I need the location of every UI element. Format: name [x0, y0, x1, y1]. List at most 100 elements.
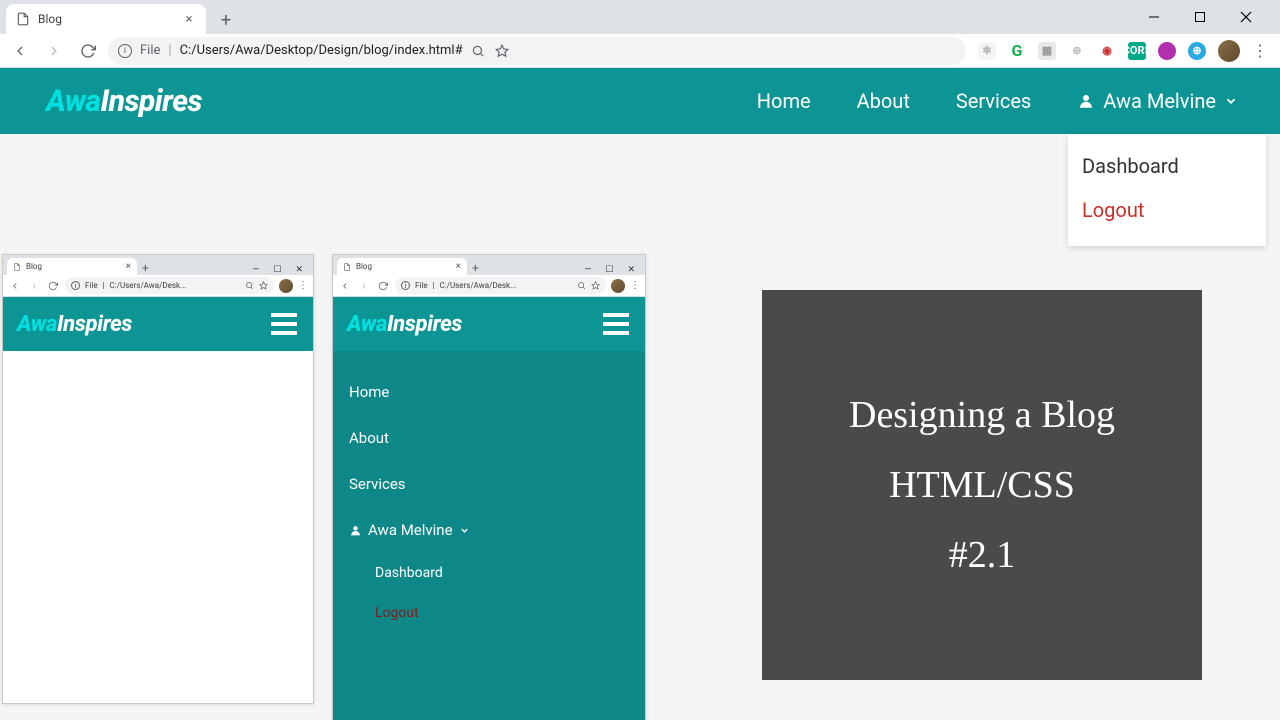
forward-button[interactable]: [27, 279, 41, 293]
kebab-menu-icon[interactable]: ⋮: [1246, 41, 1274, 60]
extension-icon[interactable]: ✱: [978, 42, 996, 60]
kebab-menu-icon[interactable]: ⋮: [630, 280, 640, 291]
mobile-nav-about[interactable]: About: [349, 415, 645, 461]
mini-toolbar: i File | C:/Users/Awa/Desk... ⋮: [333, 275, 645, 297]
profile-avatar[interactable]: [279, 279, 293, 293]
maximize-button[interactable]: [1186, 3, 1214, 31]
hamburger-icon[interactable]: [271, 313, 297, 335]
site-logo[interactable]: AwaInspires: [46, 84, 202, 119]
site-logo[interactable]: AwaInspires: [17, 312, 132, 337]
minimize-button[interactable]: —: [584, 265, 591, 275]
nav-user-menu[interactable]: Awa Melvine: [1077, 89, 1238, 113]
extension-icons: ✱ G ▦ ⊕ ◉ CORS ⊕: [972, 42, 1212, 60]
browser-toolbar: i File | C:/Users/Awa/Desktop/Design/blo…: [0, 34, 1280, 68]
profile-avatar[interactable]: [1218, 40, 1240, 62]
title-panel: Designing a Blog HTML/CSS #2.1: [762, 290, 1202, 680]
kebab-menu-icon[interactable]: ⋮: [298, 280, 308, 291]
mini-site-header: AwaInspires: [3, 297, 313, 351]
logo-prefix: Awa: [17, 312, 57, 337]
new-tab-button[interactable]: +: [137, 261, 154, 275]
close-icon[interactable]: ×: [456, 261, 461, 272]
info-icon[interactable]: i: [118, 44, 132, 58]
star-icon[interactable]: [495, 44, 509, 58]
mini-address-bar[interactable]: i File | C:/Users/Awa/Desk...: [65, 277, 274, 294]
page-content: AwaInspires Home About Services Awa Melv…: [0, 68, 1280, 720]
dropdown-logout[interactable]: Logout: [1068, 188, 1266, 232]
user-dropdown: Dashboard Logout: [1068, 134, 1266, 246]
reload-button[interactable]: [376, 279, 390, 293]
mini-tab[interactable]: Blog ×: [337, 258, 467, 275]
maximize-button[interactable]: ☐: [273, 265, 281, 275]
url-separator: |: [103, 281, 105, 290]
forward-button[interactable]: [357, 279, 371, 293]
mini-tab[interactable]: Blog ×: [7, 258, 137, 275]
window-controls: [1140, 0, 1272, 34]
maximize-button[interactable]: ☐: [605, 265, 613, 275]
mini-preview-expanded: Blog × + — ☐ ✕ i File | C:/Users/Aw: [332, 254, 646, 720]
mini-toolbar: i File | C:/Users/Awa/Desk... ⋮: [3, 275, 313, 297]
minimize-button[interactable]: —: [252, 265, 259, 275]
logo-prefix: Awa: [46, 84, 100, 119]
browser-window: Blog × + i File | C:/Users/Awa/Desktop/D…: [0, 0, 1280, 720]
mini-address-bar[interactable]: i File | C:/Users/Awa/Desk...: [395, 277, 606, 294]
nav-about[interactable]: About: [857, 89, 910, 113]
user-icon: [1077, 92, 1095, 110]
close-window-button[interactable]: [1232, 3, 1260, 31]
mini-site-header: AwaInspires: [333, 297, 645, 351]
panel-line-3: #2.1: [949, 533, 1016, 577]
mini-tabbar: Blog × + — ☐ ✕: [3, 255, 313, 275]
mobile-user-name: Awa Melvine: [368, 521, 453, 539]
mini-preview-collapsed: Blog × + — ☐ ✕ i File | C:/Users/Aw: [2, 254, 314, 704]
profile-avatar[interactable]: [611, 279, 625, 293]
reload-button[interactable]: [74, 37, 102, 65]
new-tab-button[interactable]: +: [212, 6, 240, 34]
mobile-nav-services[interactable]: Services: [349, 461, 645, 507]
mobile-sub-logout[interactable]: Logout: [375, 593, 645, 633]
back-button[interactable]: [6, 37, 34, 65]
tab-title: Blog: [38, 12, 174, 26]
mini-tab-title: Blog: [356, 262, 451, 271]
mini-tabbar: Blog × + — ☐ ✕: [333, 255, 645, 275]
nav-user-name: Awa Melvine: [1103, 89, 1216, 113]
mobile-nav-user[interactable]: Awa Melvine: [349, 507, 645, 553]
reload-button[interactable]: [46, 279, 60, 293]
new-tab-button[interactable]: +: [467, 261, 484, 275]
mobile-menu: Home About Services Awa Melvine Dashboar…: [333, 351, 645, 720]
site-header: AwaInspires Home About Services Awa Melv…: [0, 68, 1280, 134]
url-scheme-label: File: [85, 281, 98, 290]
extension-icon[interactable]: ⊕: [1188, 42, 1206, 60]
hamburger-icon[interactable]: [603, 313, 629, 335]
address-bar[interactable]: i File | C:/Users/Awa/Desktop/Design/blo…: [108, 37, 966, 65]
close-icon[interactable]: ×: [126, 261, 131, 272]
extension-icon[interactable]: G: [1008, 42, 1026, 60]
browser-tab[interactable]: Blog ×: [6, 4, 206, 34]
extension-icon[interactable]: ▦: [1038, 42, 1056, 60]
extension-icon[interactable]: ⊕: [1068, 42, 1086, 60]
close-icon[interactable]: ×: [182, 12, 196, 26]
mobile-sub-dashboard[interactable]: Dashboard: [375, 553, 645, 593]
forward-button[interactable]: [40, 37, 68, 65]
nav-services[interactable]: Services: [956, 89, 1031, 113]
extension-icon[interactable]: ◉: [1098, 42, 1116, 60]
url-separator: |: [433, 281, 435, 290]
info-icon: i: [71, 281, 80, 290]
extension-icon[interactable]: CORS: [1128, 42, 1146, 60]
file-icon: [16, 12, 30, 26]
dropdown-dashboard[interactable]: Dashboard: [1068, 144, 1266, 188]
panel-line-2: HTML/CSS: [889, 463, 1075, 507]
nav-home[interactable]: Home: [757, 89, 811, 113]
main-nav: Home About Services Awa Melvine: [757, 89, 1238, 113]
url-text: C:/Users/Awa/Desktop/Design/blog/index.h…: [180, 43, 463, 58]
url-separator: |: [168, 43, 171, 58]
back-button[interactable]: [8, 279, 22, 293]
zoom-icon[interactable]: [471, 44, 485, 58]
url-scheme-label: File: [415, 281, 428, 290]
back-button[interactable]: [338, 279, 352, 293]
minimize-button[interactable]: [1140, 3, 1168, 31]
close-window-button[interactable]: ✕: [295, 265, 303, 275]
site-logo[interactable]: AwaInspires: [347, 312, 462, 337]
extension-icon[interactable]: [1158, 42, 1176, 60]
mobile-nav-home[interactable]: Home: [349, 369, 645, 415]
close-window-button[interactable]: ✕: [627, 265, 635, 275]
chevron-down-icon: [1224, 94, 1238, 108]
